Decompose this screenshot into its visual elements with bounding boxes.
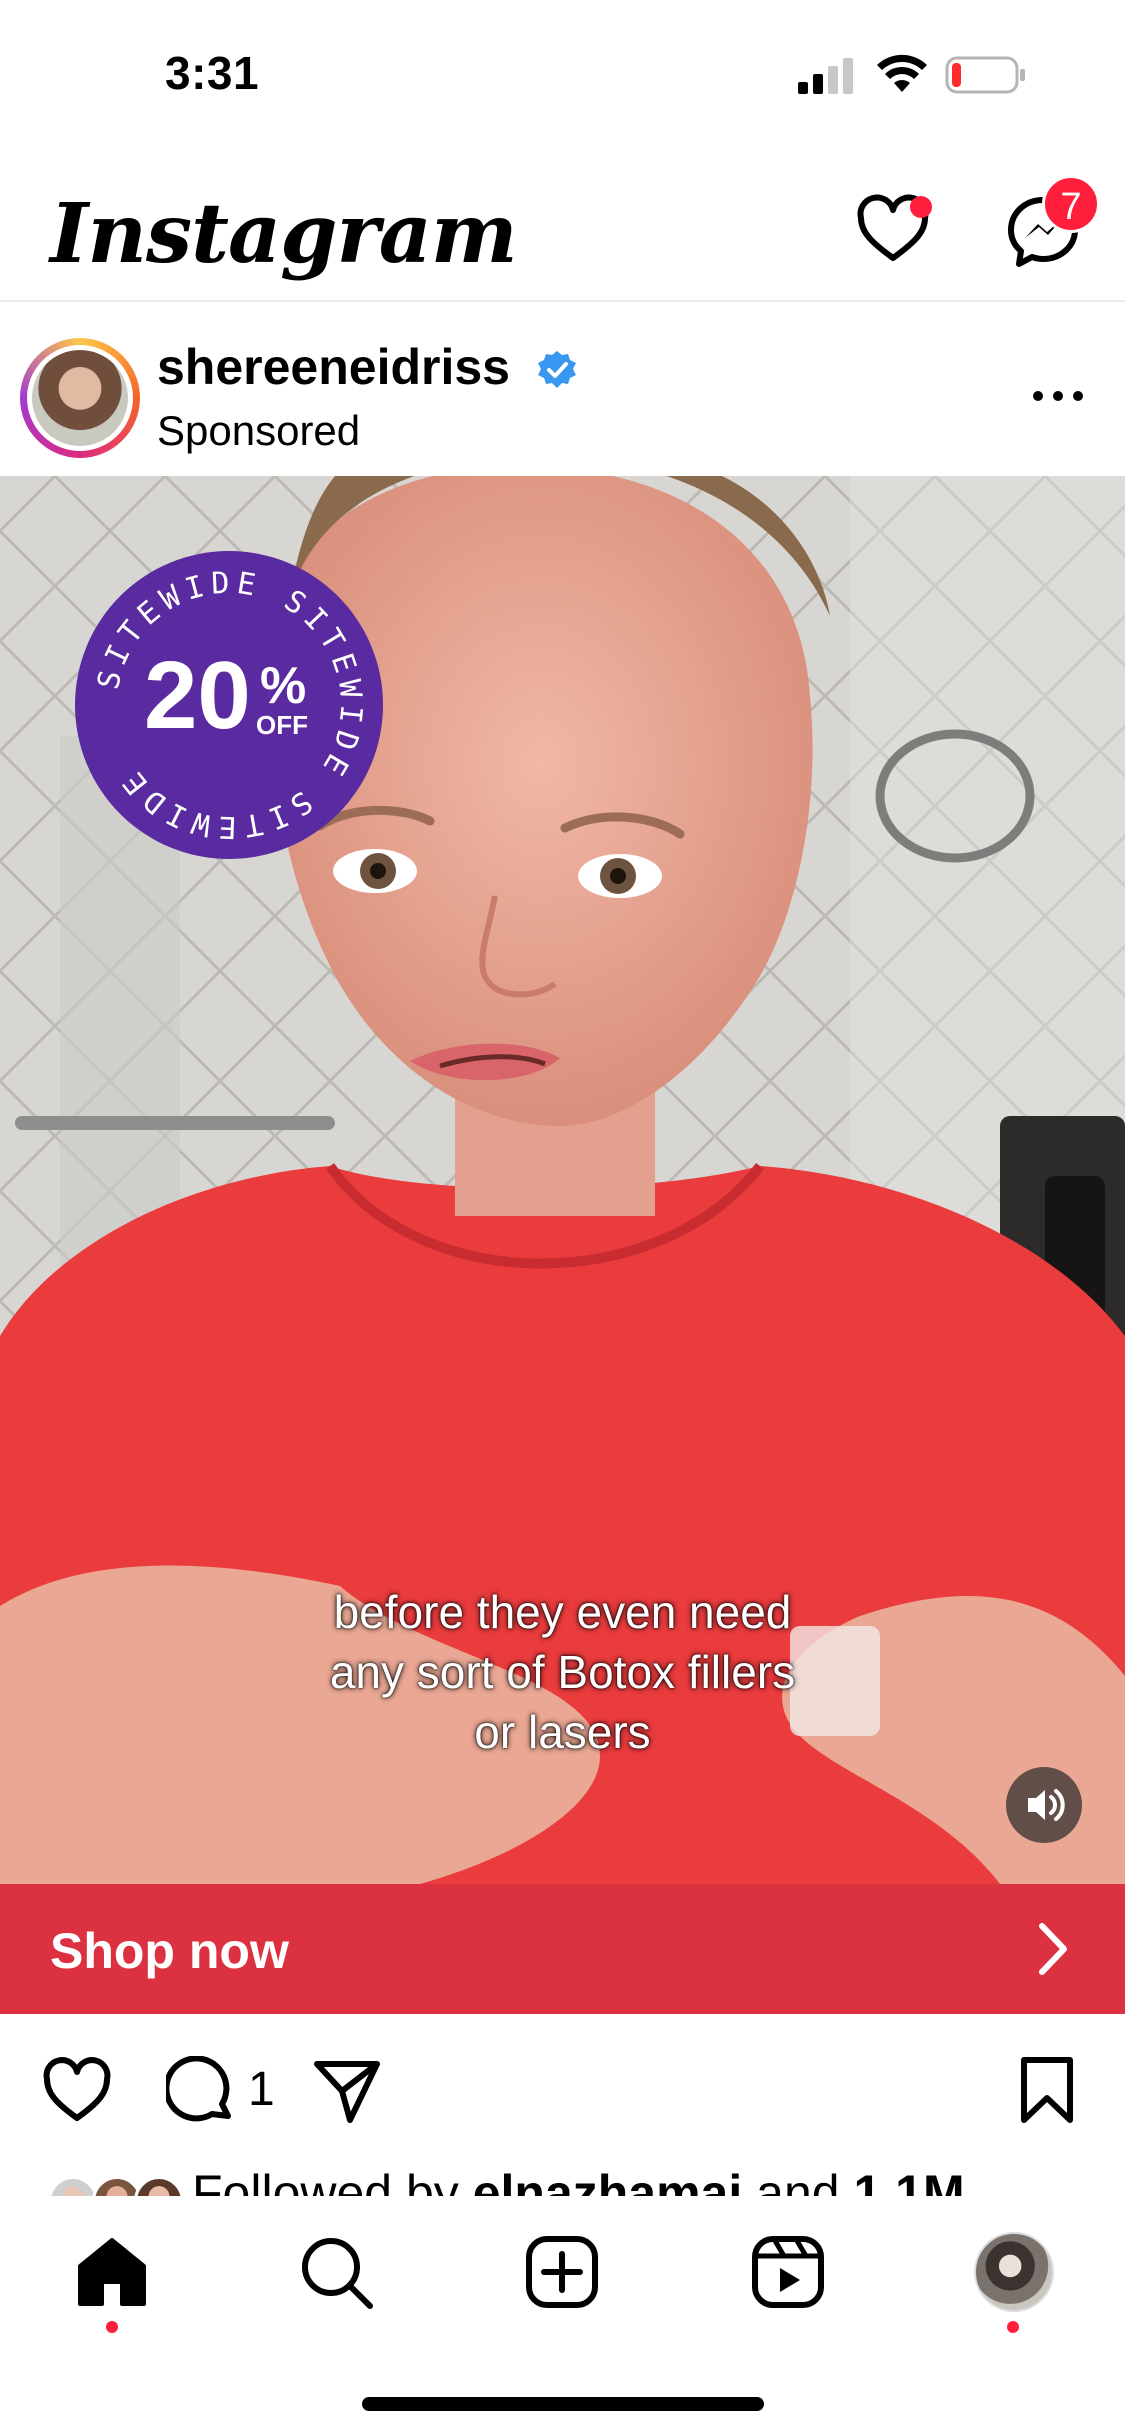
like-heart-icon[interactable] [42, 2056, 112, 2126]
discount-value: 20 [144, 642, 251, 749]
app-header: Instagram [0, 150, 1125, 302]
caption-line: any sort of Botox fillers [329, 1646, 796, 1698]
status-bar: 3:31 [0, 0, 1125, 150]
reels-icon[interactable] [748, 2232, 828, 2312]
followed-by-row[interactable]: Followed by elnazhamai and 1.1M [0, 2160, 1125, 2200]
instagram-logo[interactable]: Instagram [50, 186, 518, 282]
post-username[interactable]: shereeneidriss [157, 338, 510, 396]
caption-line: before they even need [333, 1586, 792, 1638]
notification-dot [910, 196, 932, 218]
comment-icon[interactable] [166, 2056, 236, 2126]
sponsored-label: Sponsored [157, 407, 361, 454]
discount-off: OFF [256, 710, 308, 740]
profile-avatar[interactable] [974, 2232, 1054, 2312]
post-actions: 1 [0, 2014, 1125, 2174]
cellular-signal-icon [798, 58, 853, 94]
search-icon[interactable] [296, 2232, 376, 2312]
share-send-icon[interactable] [312, 2056, 382, 2126]
speaker-icon [1028, 1789, 1065, 1821]
sound-toggle-button[interactable] [1006, 1767, 1082, 1843]
more-options-icon[interactable] [1032, 386, 1084, 406]
wifi-icon [877, 54, 927, 92]
shop-now-label: Shop now [50, 1923, 289, 1979]
author-avatar[interactable] [27, 345, 133, 451]
discount-percent: % [260, 657, 307, 715]
create-post-icon[interactable] [522, 2232, 602, 2312]
home-indicator [362, 2397, 764, 2411]
verified-badge-icon [538, 351, 576, 388]
followed-by-text: Followed by elnazhamai and 1.1M [192, 2165, 965, 2200]
battery-low-icon [945, 56, 1025, 94]
comment-count[interactable]: 1 [248, 2062, 275, 2117]
save-bookmark-icon[interactable] [1012, 2056, 1082, 2126]
video-caption: before they even need any sort of Botox … [0, 1582, 1125, 1762]
home-activity-dot [106, 2321, 118, 2333]
shop-now-button[interactable]: Shop now [0, 1884, 1125, 2014]
status-time: 3:31 [165, 47, 260, 99]
caption-line: or lasers [474, 1706, 651, 1758]
profile-activity-dot [1007, 2321, 1019, 2333]
messages-count-badge: 7 [1042, 175, 1100, 233]
post-video[interactable]: SITEWIDE SITEWIDE SITEWIDE 20 % OFF befo… [0, 476, 1125, 1884]
chevron-right-icon [1039, 1923, 1067, 1975]
home-icon[interactable] [72, 2232, 152, 2312]
post-header: shereeneidriss Sponsored [0, 304, 1125, 476]
